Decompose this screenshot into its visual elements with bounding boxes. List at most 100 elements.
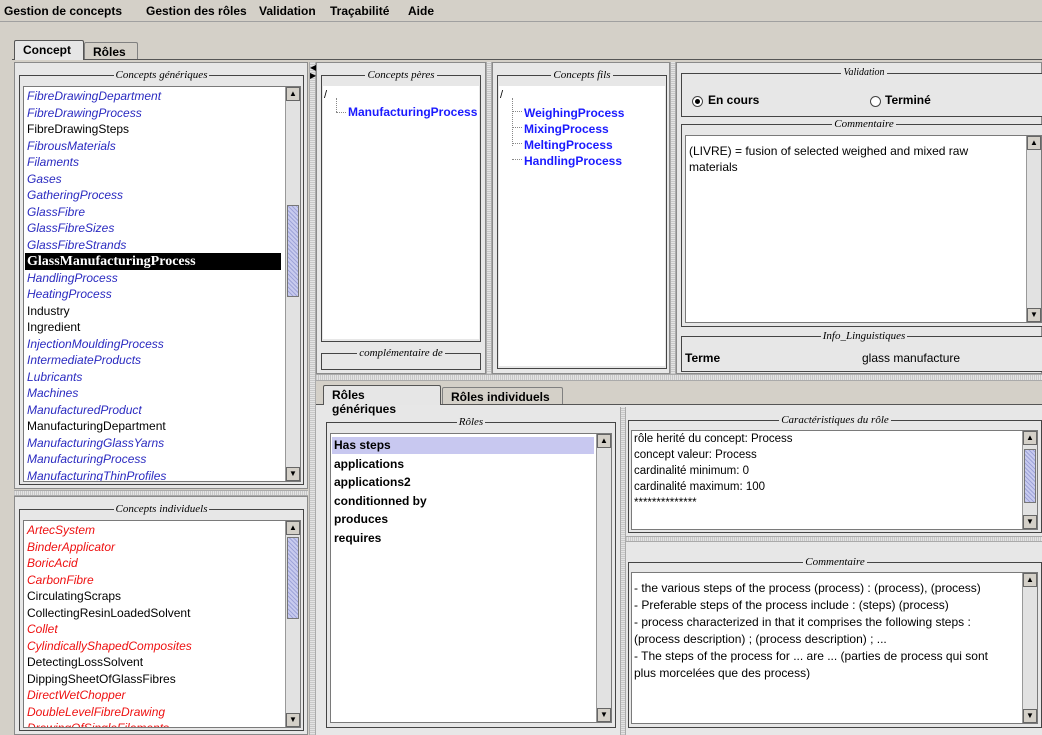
- list-item[interactable]: GlassFibreSizes: [27, 220, 114, 237]
- list-item[interactable]: HeatingProcess: [27, 286, 112, 303]
- list-item[interactable]: CollectingResinLoadedSolvent: [27, 605, 190, 622]
- radio-termine[interactable]: [870, 96, 881, 107]
- role-item[interactable]: applications: [334, 456, 404, 473]
- main-vertical-splitter[interactable]: ◀ ▶: [309, 62, 316, 735]
- role-comment-scrollbar[interactable]: ▲ ▼: [1022, 573, 1037, 723]
- list-item[interactable]: Filaments: [27, 154, 79, 171]
- son-item[interactable]: MeltingProcess: [524, 138, 613, 152]
- term-label: Terme: [685, 351, 721, 365]
- list-item[interactable]: CarbonFibre: [27, 572, 94, 589]
- radio-en-cours-label[interactable]: En cours: [708, 93, 759, 109]
- list-item[interactable]: ManufacturedProduct: [27, 402, 142, 419]
- sons-tree[interactable]: / WeighingProcess MixingProcess MeltingPro…: [499, 86, 665, 366]
- fathers-tree[interactable]: / ManufacturingProcess: [323, 86, 479, 339]
- role-chars-textarea[interactable]: ▲ ▼ rôle herité du concept: Process conce…: [631, 430, 1038, 530]
- menu-gestion-roles[interactable]: Gestion des rôles: [146, 4, 247, 18]
- list-item[interactable]: IntermediateProducts: [27, 352, 141, 369]
- scroll-up-icon[interactable]: ▲: [597, 434, 611, 448]
- list-item[interactable]: Lubricants: [27, 369, 82, 386]
- father-item[interactable]: ManufacturingProcess: [348, 105, 477, 119]
- list-item[interactable]: GlassFibre: [27, 204, 85, 221]
- individual-concepts-fieldset: Concepts individuels ArtecSystem BinderAp…: [19, 503, 304, 731]
- son-item[interactable]: WeighingProcess: [524, 106, 624, 120]
- list-item[interactable]: Industry: [27, 303, 70, 320]
- radio-en-cours[interactable]: [692, 96, 703, 107]
- tab-roles[interactable]: Rôles: [84, 42, 138, 60]
- tab-roles-individuels[interactable]: Rôles individuels: [442, 387, 563, 405]
- scroll-up-icon[interactable]: ▲: [286, 521, 300, 535]
- menu-aide[interactable]: Aide: [408, 4, 434, 18]
- scroll-down-icon[interactable]: ▼: [1027, 308, 1041, 322]
- role-item[interactable]: applications2: [334, 474, 411, 491]
- comment-top-line1: (LIVRE) = fusion of selected weighed and…: [689, 144, 969, 158]
- role-chars-scrollbar[interactable]: ▲ ▼: [1022, 431, 1037, 529]
- scroll-thumb[interactable]: [1024, 449, 1036, 503]
- radio-termine-label[interactable]: Terminé: [885, 93, 931, 109]
- list-item[interactable]: FibreDrawingSteps: [27, 121, 129, 138]
- list-item[interactable]: InjectionMouldingProcess: [27, 336, 164, 353]
- scroll-thumb[interactable]: [287, 205, 299, 297]
- list-item[interactable]: Collet: [27, 621, 58, 638]
- menu-tracabilite[interactable]: Traçabilité: [330, 4, 389, 18]
- role-item-selected[interactable]: Has steps: [332, 437, 594, 454]
- scroll-down-icon[interactable]: ▼: [1023, 515, 1037, 529]
- list-item[interactable]: Gases: [27, 171, 62, 188]
- list-item[interactable]: DippingSheetOfGlassFibres: [27, 671, 176, 688]
- scroll-down-icon[interactable]: ▼: [286, 467, 300, 481]
- scroll-up-icon[interactable]: ▲: [286, 87, 300, 101]
- scroll-up-icon[interactable]: ▲: [1023, 431, 1037, 445]
- comment-top-scrollbar[interactable]: ▲ ▼: [1026, 136, 1041, 322]
- generic-concepts-list[interactable]: FibreDrawingDepartment FibreDrawingProces…: [23, 86, 301, 482]
- individual-concepts-list[interactable]: ArtecSystem BinderApplicator BoricAcid Carb…: [23, 520, 301, 728]
- list-item-selected[interactable]: GlassManufacturingProcess: [25, 253, 281, 270]
- list-item[interactable]: ArtecSystem: [27, 522, 95, 539]
- son-item[interactable]: HandlingProcess: [524, 154, 622, 168]
- list-item[interactable]: Ingredient: [27, 319, 80, 336]
- scroll-down-icon[interactable]: ▼: [597, 708, 611, 722]
- list-scrollbar[interactable]: ▲ ▼: [596, 434, 611, 722]
- scroll-down-icon[interactable]: ▼: [1023, 709, 1037, 723]
- list-scrollbar[interactable]: ▲ ▼: [285, 521, 300, 727]
- role-item[interactable]: produces: [334, 511, 388, 528]
- scroll-up-icon[interactable]: ▲: [1027, 136, 1041, 150]
- role-item[interactable]: requires: [334, 530, 381, 547]
- role-comment-textarea[interactable]: ▲ ▼ - the various steps of the process (…: [631, 572, 1038, 724]
- list-item[interactable]: ManufacturingThinProfiles: [27, 468, 166, 482]
- list-item[interactable]: ManufacturingGlassYarns: [27, 435, 164, 452]
- list-item[interactable]: GlassFibreStrands: [27, 237, 126, 254]
- list-item[interactable]: ManufacturingDepartment: [27, 418, 166, 435]
- list-item[interactable]: DetectingLossSolvent: [27, 654, 143, 671]
- list-item[interactable]: HandlingProcess: [27, 270, 118, 287]
- scroll-up-icon[interactable]: ▲: [1023, 573, 1037, 587]
- role-item[interactable]: conditionned by: [334, 493, 427, 510]
- list-item[interactable]: Machines: [27, 385, 78, 402]
- comment-top-textarea[interactable]: (LIVRE) = fusion of selected weighed and…: [685, 135, 1042, 323]
- list-item[interactable]: ManufacturingProcess: [27, 451, 146, 468]
- list-item[interactable]: FibreDrawingProcess: [27, 105, 142, 122]
- list-item[interactable]: CirculatingScraps: [27, 588, 121, 605]
- list-item[interactable]: GatheringProcess: [27, 187, 123, 204]
- top-bottom-splitter[interactable]: [316, 374, 1042, 381]
- list-item[interactable]: CylindicallyShapedComposites: [27, 638, 192, 655]
- list-item[interactable]: FibrousMaterials: [27, 138, 116, 155]
- list-item[interactable]: DrawingOfSingleFilaments: [27, 720, 169, 727]
- list-item[interactable]: FibreDrawingDepartment: [27, 88, 161, 105]
- menu-validation[interactable]: Validation: [259, 4, 316, 18]
- list-item[interactable]: DoubleLevelFibreDrawing: [27, 704, 165, 721]
- roles-splitter[interactable]: [620, 407, 626, 735]
- scroll-down-icon[interactable]: ▼: [286, 713, 300, 727]
- tab-concept[interactable]: Concept: [14, 40, 84, 60]
- list-item[interactable]: BinderApplicator: [27, 539, 115, 556]
- individual-concepts-panel: Concepts individuels ArtecSystem BinderAp…: [14, 496, 308, 735]
- menu-gestion-concepts[interactable]: Gestion de concepts: [4, 4, 122, 18]
- son-item[interactable]: MixingProcess: [524, 122, 609, 136]
- tab-roles-generiques[interactable]: Rôles génériques: [323, 385, 441, 416]
- tree-line: [336, 112, 346, 113]
- list-scrollbar[interactable]: ▲ ▼: [285, 87, 300, 481]
- chars-comment-splitter[interactable]: [626, 536, 1042, 542]
- list-item[interactable]: DirectWetChopper: [27, 687, 125, 704]
- scroll-thumb[interactable]: [287, 537, 299, 619]
- roles-list[interactable]: Has steps applications applications2 condit…: [330, 433, 612, 723]
- individual-concepts-legend: Concepts individuels: [113, 503, 210, 515]
- list-item[interactable]: BoricAcid: [27, 555, 78, 572]
